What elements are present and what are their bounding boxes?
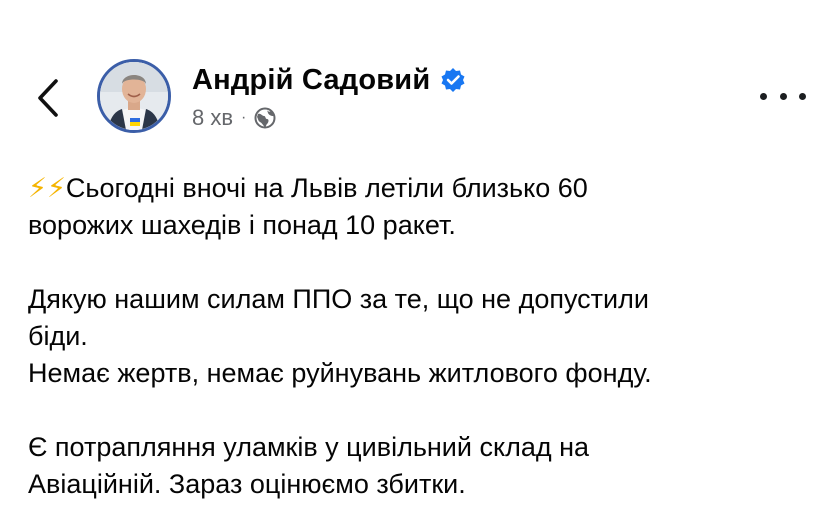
globe-icon[interactable] — [254, 107, 276, 129]
more-options-dot — [799, 92, 806, 100]
lightning-emoji: ⚡⚡ — [28, 173, 66, 203]
verified-badge-icon — [440, 67, 466, 93]
post-text: Сьогодні вночі на Львів летіли близько 6… — [65, 173, 588, 203]
post-body: ⚡⚡Сьогодні вночі на Львів летіли близько… — [28, 170, 808, 503]
author-name-row: Андрій Садовий — [192, 62, 466, 98]
post-line: ворожих шахедів і понад 10 ракет. — [28, 210, 456, 240]
author-avatar[interactable] — [97, 59, 171, 133]
post-line: Дякую нашим силам ППО за те, що не допус… — [28, 284, 649, 314]
more-options-dot — [779, 92, 787, 100]
post-meta: 8 хв · — [192, 104, 276, 132]
back-button[interactable] — [28, 70, 68, 126]
post-line: Є потрапляння уламків у цивільний склад … — [28, 432, 590, 462]
post-line: ⚡⚡Сьогодні вночі на Львів летіли близько… — [28, 170, 808, 207]
post-line: Немає жертв, немає руйнувань житлового ф… — [28, 358, 652, 388]
post-line: біди. — [28, 321, 88, 351]
avatar-photo — [100, 62, 168, 130]
back-chevron-icon — [38, 79, 58, 117]
meta-separator: · — [241, 109, 247, 126]
more-options-button[interactable] — [760, 84, 806, 108]
more-options-dot — [760, 92, 767, 100]
post-line: Авіаційній. Зараз оцінюємо збитки. — [28, 469, 466, 499]
post-timestamp[interactable]: 8 хв — [192, 105, 233, 131]
post-header: Андрій Садовий 8 хв · — [0, 0, 828, 150]
author-name[interactable]: Андрій Садовий — [192, 64, 430, 97]
